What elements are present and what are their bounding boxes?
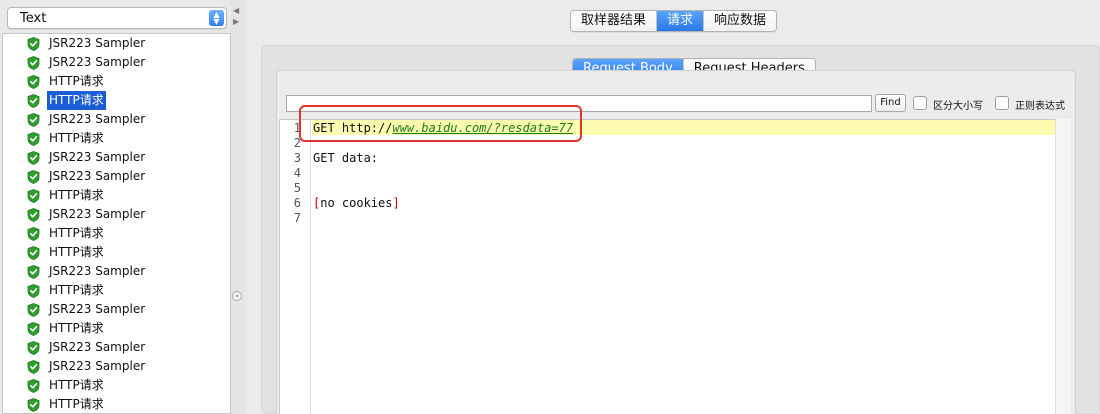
success-shield-icon	[27, 189, 40, 203]
tree-item-label: JSR223 Sampler	[49, 169, 146, 183]
code-line-3: GET data:	[313, 151, 379, 165]
splitter-grip-icon[interactable]	[232, 291, 242, 301]
tree-item-label: HTTP请求	[49, 245, 104, 259]
cookies-text: no cookies	[320, 196, 393, 210]
right-pane: 取样器结果 请求 响应数据 Request Body Request Heade…	[248, 0, 1100, 414]
success-shield-icon	[27, 151, 40, 165]
tree-item-label: HTTP请求	[49, 188, 104, 202]
tree-item[interactable]: HTTP请求	[3, 319, 230, 338]
view-results-tree-window: Text ▲ ▼ JSR223 Sampler JSR223 Sampler HTTP…	[0, 0, 1100, 414]
success-shield-icon	[27, 303, 40, 317]
tree-item-label: JSR223 Sampler	[49, 36, 146, 50]
select-arrows-icon: ▲ ▼	[209, 10, 224, 26]
tree-item[interactable]: JSR223 Sampler	[3, 300, 230, 319]
tree-item[interactable]: JSR223 Sampler	[3, 338, 230, 357]
success-shield-icon	[27, 360, 40, 374]
line-number: 3	[293, 151, 301, 165]
renderer-select-value: Text	[20, 11, 47, 26]
tree-item[interactable]: JSR223 Sampler	[3, 262, 230, 281]
tree-item-label: HTTP请求	[49, 321, 104, 335]
tree-item-label: HTTP请求	[49, 74, 104, 88]
tree-item-label: JSR223 Sampler	[49, 55, 146, 69]
tree-item-label: HTTP请求	[49, 283, 104, 297]
regex-label: 正则表达式	[1015, 101, 1065, 112]
success-shield-icon	[27, 341, 40, 355]
tree-item[interactable]: JSR223 Sampler	[3, 205, 230, 224]
tree-item-label: JSR223 Sampler	[49, 150, 146, 164]
tree-item-label: HTTP请求	[49, 397, 104, 411]
tree-item[interactable]: HTTP请求	[3, 129, 230, 148]
request-body-editor[interactable]: 1 2 3 4 5 6 7 GET http://www.baidu.com/?…	[279, 119, 1059, 414]
success-shield-icon	[27, 322, 40, 336]
case-sensitive-checkbox[interactable]	[913, 96, 927, 110]
tree-item-label: HTTP请求	[49, 131, 104, 145]
tree-item[interactable]: JSR223 Sampler	[3, 148, 230, 167]
line-number: 6	[293, 196, 301, 210]
left-pane: Text ▲ ▼ JSR223 Sampler JSR223 Sampler HTTP…	[0, 0, 231, 414]
result-tabs: 取样器结果 请求 响应数据	[570, 10, 778, 32]
tree-item[interactable]: HTTP请求	[3, 376, 230, 395]
regex-checkbox[interactable]	[995, 96, 1009, 110]
tree-item-label: JSR223 Sampler	[49, 112, 146, 126]
tree-item-label: HTTP请求	[49, 226, 104, 240]
tree-item-label: HTTP请求	[49, 378, 104, 392]
success-shield-icon	[27, 227, 40, 241]
tree-item-label: JSR223 Sampler	[49, 302, 146, 316]
success-shield-icon	[27, 170, 40, 184]
success-shield-icon	[27, 132, 40, 146]
tree-item[interactable]: HTTP请求	[3, 243, 230, 262]
tab-response-data[interactable]: 响应数据	[704, 11, 777, 31]
success-shield-icon	[27, 56, 40, 70]
tree-item-label: HTTP请求	[47, 91, 106, 110]
tree-item[interactable]: JSR223 Sampler	[3, 53, 230, 72]
tree-item[interactable]: HTTP请求	[3, 281, 230, 300]
renderer-select[interactable]: Text ▲ ▼	[7, 7, 227, 29]
tree-item-label: JSR223 Sampler	[49, 207, 146, 221]
line-number: 5	[293, 181, 301, 195]
line-number: 7	[293, 211, 301, 225]
success-shield-icon	[27, 113, 40, 127]
find-button[interactable]: Find	[875, 94, 906, 112]
close-bracket: ]	[392, 196, 400, 210]
success-shield-icon	[27, 208, 40, 222]
tree-item[interactable]: HTTP请求	[3, 186, 230, 205]
code-line-6: [no cookies]	[313, 196, 400, 211]
tree-item-label: JSR223 Sampler	[49, 359, 146, 373]
tree-item[interactable]: HTTP请求	[3, 72, 230, 91]
tree-item[interactable]: HTTP请求	[3, 91, 230, 110]
success-shield-icon	[27, 246, 40, 260]
success-shield-icon	[27, 75, 40, 89]
request-panel: Request Body Request Headers Find 区分大小写 …	[261, 45, 1100, 414]
tree-item[interactable]: JSR223 Sampler	[3, 357, 230, 376]
tree-item[interactable]: HTTP请求	[3, 224, 230, 243]
success-shield-icon	[27, 284, 40, 298]
sample-result-tree[interactable]: JSR223 Sampler JSR223 Sampler HTTP请求 HTTP请求…	[2, 33, 231, 414]
success-shield-icon	[27, 398, 40, 412]
success-shield-icon	[27, 37, 40, 51]
editor-scrollbar[interactable]	[1055, 119, 1071, 414]
tree-item-label: JSR223 Sampler	[49, 340, 146, 354]
tree-item[interactable]: JSR223 Sampler	[3, 167, 230, 186]
tree-item[interactable]: HTTP请求	[3, 395, 230, 413]
expand-right-icon[interactable]: ▶	[233, 17, 239, 26]
pane-splitter[interactable]: ◀ ▶	[231, 0, 245, 414]
success-shield-icon	[27, 379, 40, 393]
tab-request[interactable]: 请求	[657, 11, 705, 31]
success-shield-icon	[27, 265, 40, 279]
annotation-highlight-box	[299, 105, 582, 142]
case-sensitive-label: 区分大小写	[933, 101, 983, 112]
tab-sampler-result[interactable]: 取样器结果	[571, 11, 658, 31]
success-shield-icon	[27, 94, 40, 108]
line-number-gutter: 1 2 3 4 5 6 7	[280, 120, 311, 414]
tree-item[interactable]: JSR223 Sampler	[3, 34, 230, 53]
tree-item-label: JSR223 Sampler	[49, 264, 146, 278]
line-number: 4	[293, 166, 301, 180]
tree-item[interactable]: JSR223 Sampler	[3, 110, 230, 129]
collapse-left-icon[interactable]: ◀	[233, 6, 239, 15]
